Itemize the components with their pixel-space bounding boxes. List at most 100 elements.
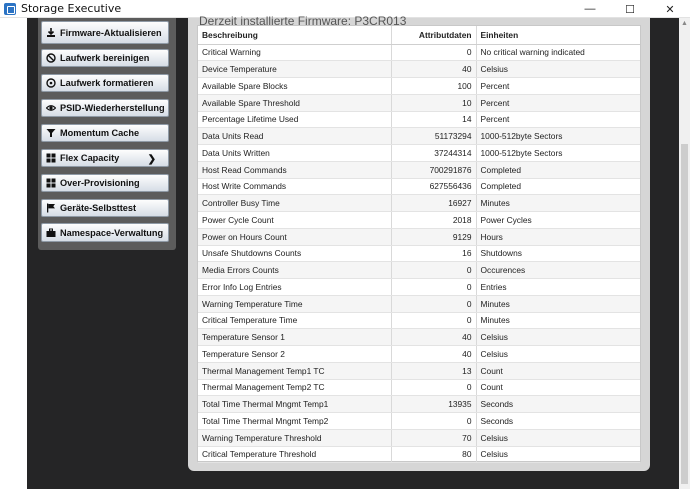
sidebar-item-label: Flex Capacity bbox=[60, 153, 120, 163]
cell-description: Thermal Management Temp2 TC bbox=[198, 379, 391, 397]
cell-attribute-data: 40 bbox=[390, 60, 477, 78]
sidebar-item-flex-capacity[interactable]: Flex Capacity ❯ bbox=[41, 149, 169, 167]
cell-description: Warning Temperature Time bbox=[198, 295, 391, 313]
table-row: Temperature Sensor 2 40 Celsius bbox=[198, 345, 640, 363]
cell-units: Seconds bbox=[476, 412, 640, 430]
cell-units: 1000-512byte Sectors bbox=[476, 144, 640, 162]
cell-description: Temperature Sensor 1 bbox=[198, 328, 391, 346]
cell-units: Power Cycles bbox=[476, 211, 640, 229]
no-entry-icon bbox=[46, 53, 56, 63]
cell-units: No critical warning indicated bbox=[476, 44, 640, 62]
cell-units: Percent bbox=[476, 94, 640, 112]
sidebar-item-firmware-update[interactable]: Firmware-Aktualisieren bbox=[41, 21, 169, 44]
cell-units: Minutes bbox=[476, 295, 640, 313]
table-row: Thermal Management Temp1 TC 13 Count bbox=[198, 362, 640, 380]
cell-description: Power on Hours Count bbox=[198, 228, 391, 246]
sidebar-item-label: Laufwerk formatieren bbox=[60, 78, 154, 88]
sidebar-item-device-self-test[interactable]: Geräte-Selbsttest bbox=[41, 199, 169, 217]
cell-description: Error Info Log Entries bbox=[198, 278, 391, 296]
cell-units: Minutes bbox=[476, 312, 640, 330]
cell-units: Seconds bbox=[476, 395, 640, 413]
cell-units: Completed bbox=[476, 178, 640, 196]
table-row: Temperature Sensor 1 40 Celsius bbox=[198, 328, 640, 346]
minimize-button[interactable]: — bbox=[570, 0, 610, 18]
cell-attribute-data: 40 bbox=[390, 328, 477, 346]
table-row: Host Read Commands 700291876 Completed bbox=[198, 161, 640, 179]
cell-attribute-data: 0 bbox=[390, 379, 477, 397]
cell-description: Media Errors Counts bbox=[198, 261, 391, 279]
table-row: Error Info Log Entries 0 Entries bbox=[198, 278, 640, 296]
sidebar-item-over-provisioning[interactable]: Over-Provisioning bbox=[41, 174, 169, 192]
column-header-units[interactable]: Einheiten bbox=[476, 26, 640, 45]
table-row: Data Units Written 37244314 1000-512byte S… bbox=[198, 144, 640, 162]
table-row: Unsafe Shutdowns Counts 16 Shutdowns bbox=[198, 245, 640, 263]
sidebar-item-format-drive[interactable]: Laufwerk formatieren bbox=[41, 74, 169, 92]
cell-description: Host Read Commands bbox=[198, 161, 391, 179]
table-row: Available Spare Threshold 10 Percent bbox=[198, 94, 640, 112]
cell-units: Count bbox=[476, 379, 640, 397]
scrollbar-thumb[interactable] bbox=[681, 144, 688, 484]
cell-units: Minutes bbox=[476, 194, 640, 212]
cell-description: Unsafe Shutdowns Counts bbox=[198, 245, 391, 263]
sidebar-item-label: Namespace-Verwaltung bbox=[60, 227, 164, 238]
cell-description: Power Cycle Count bbox=[198, 211, 391, 229]
cell-units: Celsius bbox=[476, 60, 640, 78]
maximize-button[interactable]: ☐ bbox=[610, 0, 650, 18]
cell-attribute-data: 0 bbox=[390, 278, 477, 296]
cell-attribute-data: 51173294 bbox=[390, 127, 477, 145]
sidebar-item-label: PSID-Wiederherstellung bbox=[60, 103, 165, 113]
cell-attribute-data: 100 bbox=[390, 77, 477, 95]
cell-description: Available Spare Blocks bbox=[198, 77, 391, 95]
cell-attribute-data: 10 bbox=[390, 94, 477, 112]
cell-units: 1000-512byte Sectors bbox=[476, 127, 640, 145]
cell-attribute-data: 0 bbox=[390, 412, 477, 430]
cell-attribute-data: 0 bbox=[390, 295, 477, 313]
window-body: Firmware-Aktualisieren Laufwerk bereinig… bbox=[0, 14, 690, 489]
vertical-scrollbar[interactable]: ▲ bbox=[679, 18, 690, 489]
sidebar-item-label: Laufwerk bereinigen bbox=[60, 53, 150, 63]
table-row: Thermal Management Temp2 TC 0 Count bbox=[198, 379, 640, 397]
cell-units: Count bbox=[476, 362, 640, 380]
table-body: Critical Warning 0 No critical warning ind… bbox=[198, 44, 640, 464]
sidebar-item-label: Geräte-Selbsttest bbox=[60, 203, 137, 213]
column-header-description[interactable]: Beschreibung bbox=[198, 26, 391, 45]
table-row: Available Spare Blocks 100 Percent bbox=[198, 77, 640, 95]
cell-description: Available Spare Threshold bbox=[198, 94, 391, 112]
cell-units: Occurences bbox=[476, 261, 640, 279]
cell-attribute-data: 0 bbox=[390, 312, 477, 330]
cell-attribute-data: 16927 bbox=[390, 194, 477, 212]
sidebar-item-momentum-cache[interactable]: Momentum Cache bbox=[41, 124, 169, 142]
cell-description: Temperature Sensor 2 bbox=[198, 345, 391, 363]
cell-description: Critical Temperature Threshold bbox=[198, 446, 391, 464]
cell-description: Warning Temperature Threshold bbox=[198, 429, 391, 447]
window-controls: — ☐ ✕ bbox=[570, 0, 690, 18]
flag-icon bbox=[46, 203, 56, 213]
scroll-up-icon[interactable]: ▲ bbox=[679, 18, 690, 29]
window-title: Storage Executive bbox=[21, 2, 122, 15]
cell-description: Total Time Thermal Mngmt Temp2 bbox=[198, 412, 391, 430]
cell-description: Data Units Written bbox=[198, 144, 391, 162]
table-row: Device Temperature 40 Celsius bbox=[198, 60, 640, 78]
disk-icon bbox=[46, 78, 56, 88]
sidebar-item-namespace-management[interactable]: Namespace-Verwaltung bbox=[41, 223, 169, 242]
close-button[interactable]: ✕ bbox=[650, 0, 690, 18]
cell-units: Completed bbox=[476, 161, 640, 179]
cell-units: Celsius bbox=[476, 345, 640, 363]
sidebar-item-sanitize-drive[interactable]: Laufwerk bereinigen bbox=[41, 49, 169, 67]
grid-icon bbox=[46, 178, 56, 188]
column-header-attribute-data[interactable]: Attributdaten bbox=[390, 26, 477, 45]
cell-units: Celsius bbox=[476, 446, 640, 464]
cell-attribute-data: 80 bbox=[390, 446, 477, 464]
folder-icon bbox=[46, 228, 56, 238]
cell-attribute-data: 13 bbox=[390, 362, 477, 380]
sidebar-item-psid-revert[interactable]: PSID-Wiederherstellung bbox=[41, 99, 169, 117]
cell-description: Percentage Lifetime Used bbox=[198, 111, 391, 129]
cell-attribute-data: 16 bbox=[390, 245, 477, 263]
table-row: Critical Temperature Time 0 Minutes bbox=[198, 312, 640, 330]
sidebar-item-label: Momentum Cache bbox=[60, 128, 140, 138]
table-row: Power Cycle Count 2018 Power Cycles bbox=[198, 211, 640, 229]
cell-attribute-data: 700291876 bbox=[390, 161, 477, 179]
cell-units: Celsius bbox=[476, 328, 640, 346]
cell-units: Hours bbox=[476, 228, 640, 246]
cell-attribute-data: 37244314 bbox=[390, 144, 477, 162]
